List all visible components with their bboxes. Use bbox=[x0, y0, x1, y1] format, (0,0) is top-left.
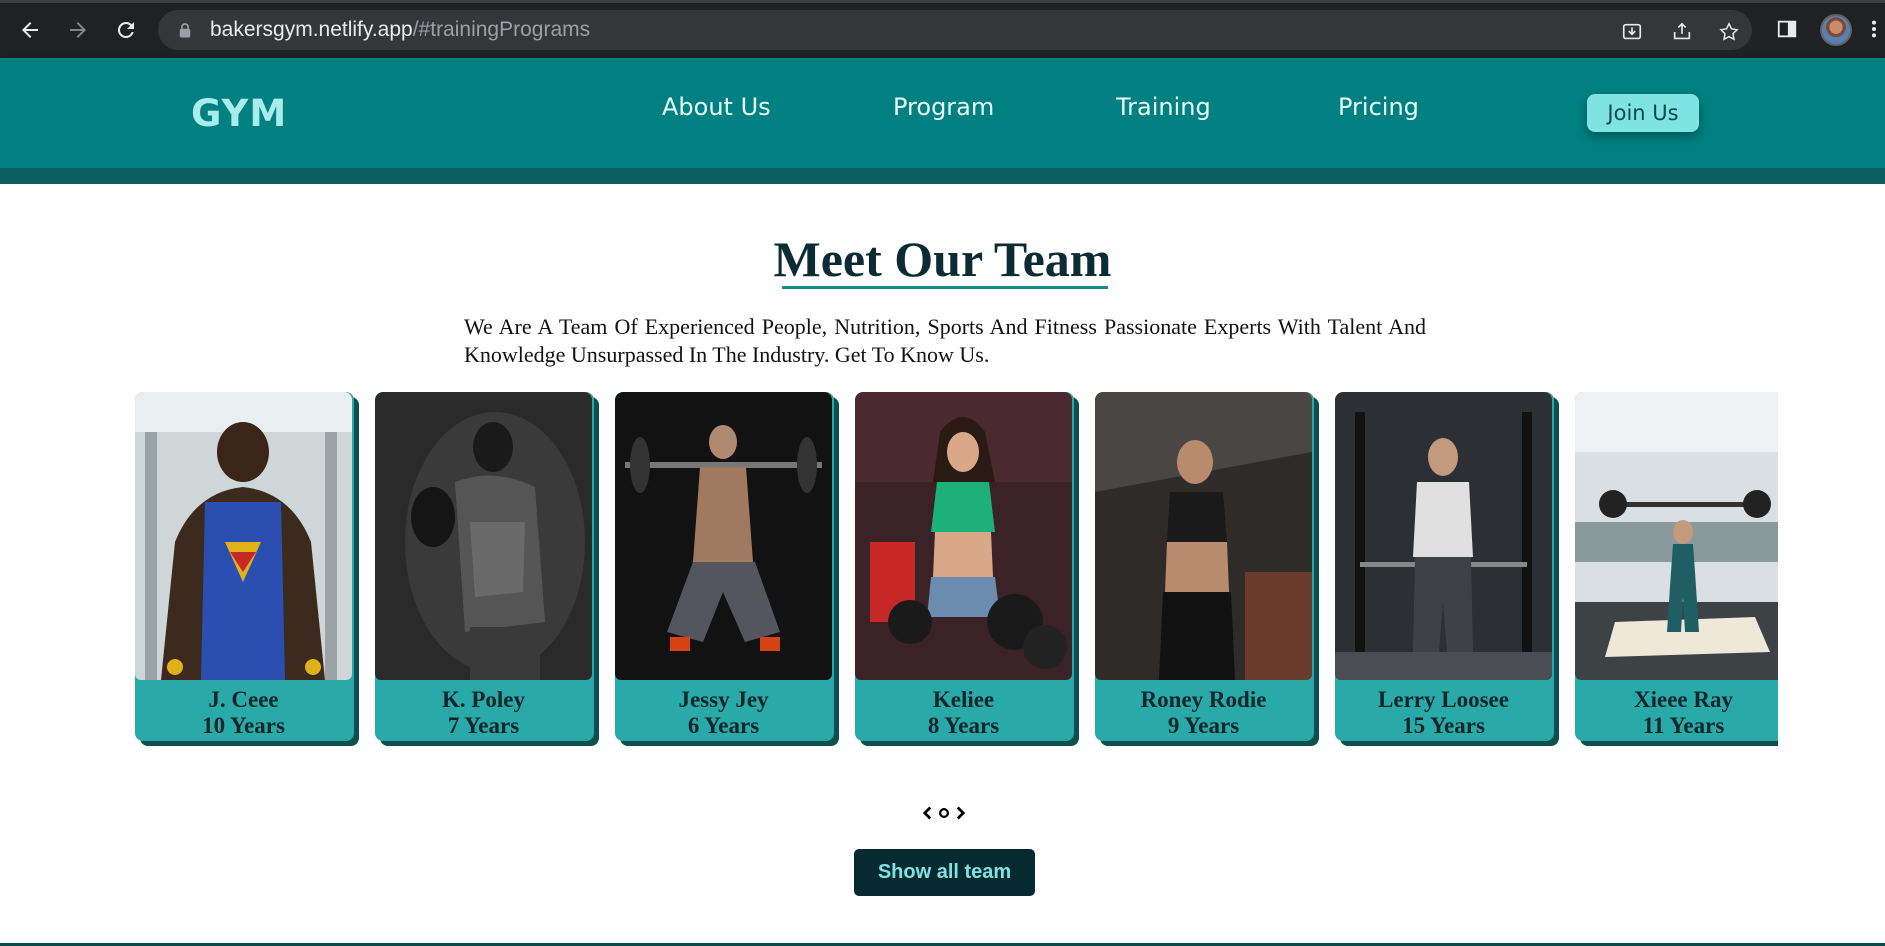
team-card[interactable]: J. Ceee 10 Years bbox=[135, 392, 354, 741]
team-member-years: 15 Years bbox=[1402, 713, 1485, 738]
team-member-photo bbox=[1575, 392, 1778, 680]
title-underline bbox=[782, 286, 1108, 289]
team-member-name: J. Ceee bbox=[208, 687, 279, 712]
team-member-photo bbox=[1335, 392, 1552, 680]
team-card[interactable]: Lerry Loosee 15 Years bbox=[1335, 392, 1554, 741]
team-member-years: 9 Years bbox=[1167, 713, 1240, 738]
tab-strip-edge bbox=[0, 0, 1885, 3]
team-card[interactable]: K. Poley 7 Years bbox=[375, 392, 594, 741]
team-member-photo bbox=[855, 392, 1072, 680]
team-carousel[interactable]: J. Ceee 10 Years K. Poley 7 Years Jessy … bbox=[135, 392, 1778, 747]
site-header: GYM About Us Program Training Pricing Jo… bbox=[0, 58, 1885, 168]
team-member-photo bbox=[615, 392, 832, 680]
logo[interactable]: GYM bbox=[191, 92, 287, 135]
lock-icon[interactable] bbox=[178, 21, 194, 39]
nav-training[interactable]: Training bbox=[1116, 93, 1211, 121]
forward-arrow-icon[interactable] bbox=[60, 12, 96, 48]
carousel-dot-icon[interactable] bbox=[938, 807, 950, 819]
share-icon[interactable] bbox=[1668, 18, 1696, 46]
profile-avatar[interactable] bbox=[1820, 14, 1852, 46]
join-us-button[interactable]: Join Us bbox=[1587, 94, 1699, 132]
reload-icon[interactable] bbox=[108, 12, 144, 48]
side-panel-icon[interactable] bbox=[1772, 14, 1802, 44]
team-member-years: 7 Years bbox=[447, 713, 520, 738]
show-all-team-button[interactable]: Show all team bbox=[854, 849, 1035, 896]
team-member-name: Jessy Jey bbox=[678, 687, 769, 712]
section-title: Meet Our Team bbox=[773, 231, 1112, 287]
nav-about-us[interactable]: About Us bbox=[662, 93, 771, 121]
carousel-prev-icon[interactable] bbox=[922, 805, 933, 821]
team-member-name: K. Poley bbox=[441, 687, 526, 712]
back-arrow-icon[interactable] bbox=[12, 12, 48, 48]
carousel-pager bbox=[922, 800, 966, 826]
team-member-photo bbox=[375, 392, 592, 680]
url-host: bakersgym.netlify.app bbox=[210, 18, 413, 41]
menu-icon[interactable] bbox=[1864, 14, 1884, 44]
team-card[interactable]: Xieee Ray 11 Years bbox=[1575, 392, 1778, 741]
team-member-name: Xieee Ray bbox=[1634, 687, 1733, 712]
team-card[interactable]: Jessy Jey 6 Years bbox=[615, 392, 834, 741]
carousel-next-icon[interactable] bbox=[955, 805, 966, 821]
team-member-years: 8 Years bbox=[927, 713, 1000, 738]
team-member-years: 10 Years bbox=[202, 713, 285, 738]
team-member-name: Lerry Loosee bbox=[1378, 687, 1509, 712]
team-card[interactable]: Keliee 8 Years bbox=[855, 392, 1074, 741]
team-member-name: Roney Rodie bbox=[1140, 687, 1267, 712]
team-member-photo bbox=[1095, 392, 1312, 680]
team-member-photo bbox=[135, 392, 352, 680]
url-text[interactable]: bakersgym.netlify.app/#trainingPrograms bbox=[210, 18, 590, 42]
install-icon[interactable] bbox=[1618, 18, 1646, 46]
url-path: /#trainingPrograms bbox=[412, 18, 591, 41]
header-bottom-band bbox=[0, 168, 1885, 184]
section-intro: We Are A Team Of Experienced People, Nut… bbox=[464, 314, 1426, 367]
team-member-name: Keliee bbox=[932, 687, 995, 712]
bookmark-star-icon[interactable] bbox=[1715, 18, 1743, 46]
team-member-years: 11 Years bbox=[1642, 713, 1725, 738]
team-member-years: 6 Years bbox=[687, 713, 760, 738]
browser-toolbar: bakersgym.netlify.app/#trainingPrograms bbox=[0, 0, 1885, 58]
nav-program[interactable]: Program bbox=[893, 93, 994, 121]
team-card[interactable]: Roney Rodie 9 Years bbox=[1095, 392, 1314, 741]
nav-pricing[interactable]: Pricing bbox=[1338, 93, 1419, 121]
address-bar[interactable]: bakersgym.netlify.app/#trainingPrograms bbox=[158, 10, 1752, 50]
